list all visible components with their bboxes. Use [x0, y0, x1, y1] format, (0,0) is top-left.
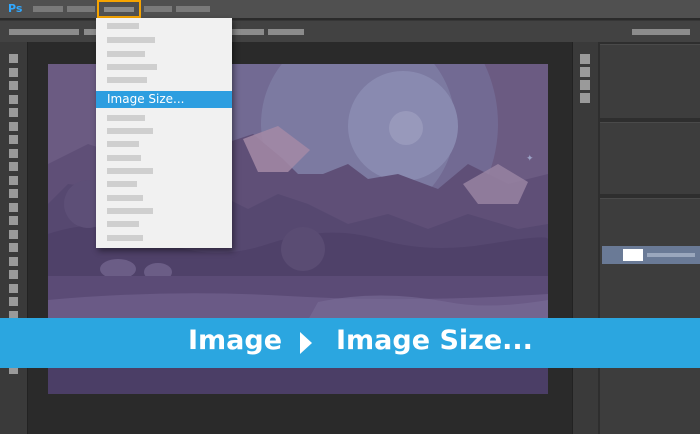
- menu-type[interactable]: [176, 6, 210, 12]
- panel-icon-strip: [572, 42, 598, 434]
- layer-row-selected[interactable]: [602, 246, 700, 264]
- panel-icon[interactable]: [580, 67, 590, 77]
- tool-icon[interactable]: [9, 202, 18, 212]
- menu-item[interactable]: [107, 51, 145, 57]
- tool-icon[interactable]: [9, 283, 18, 293]
- tool-icon[interactable]: [9, 189, 18, 198]
- menu-item[interactable]: [107, 23, 139, 29]
- menu-item[interactable]: [107, 235, 143, 241]
- tool-icon[interactable]: [9, 216, 18, 225]
- tool-icon[interactable]: [9, 94, 18, 104]
- option-item[interactable]: [9, 29, 79, 35]
- tools-panel: [0, 42, 28, 434]
- menu-item[interactable]: [107, 181, 137, 187]
- option-item[interactable]: [268, 29, 304, 35]
- chevron-right-icon: [300, 332, 312, 354]
- menu-item[interactable]: [107, 155, 141, 161]
- tool-icon[interactable]: [9, 108, 18, 117]
- breadcrumb-step-image-size: Image Size...: [336, 325, 533, 356]
- menu-edit[interactable]: [67, 6, 95, 12]
- tool-icon[interactable]: [9, 121, 18, 131]
- tool-icon[interactable]: [9, 148, 18, 158]
- menu-item[interactable]: [107, 64, 157, 70]
- menu-item[interactable]: [107, 141, 139, 147]
- tool-icon[interactable]: [9, 162, 18, 171]
- tool-icon[interactable]: [9, 243, 18, 252]
- tool-icon[interactable]: [9, 297, 18, 306]
- layer-thumbnail: [623, 249, 643, 261]
- layers-panel: [600, 198, 700, 434]
- menu-item[interactable]: [107, 128, 153, 134]
- tool-icon[interactable]: [9, 67, 18, 77]
- svg-text:✦: ✦: [526, 154, 534, 164]
- tool-icon[interactable]: [9, 81, 18, 90]
- panel-group: [600, 44, 700, 118]
- panel-group: [600, 122, 700, 194]
- option-item[interactable]: [84, 29, 96, 35]
- menu-item[interactable]: [107, 168, 153, 174]
- tool-icon[interactable]: [9, 175, 18, 185]
- menu-item[interactable]: [107, 221, 139, 227]
- tool-icon[interactable]: [9, 229, 18, 239]
- photoshop-logo-icon: Ps: [8, 2, 23, 15]
- option-item[interactable]: [232, 29, 264, 35]
- panel-icon[interactable]: [580, 80, 590, 90]
- panels-dock: [598, 42, 700, 434]
- tool-icon[interactable]: [9, 270, 18, 279]
- menu-image[interactable]: [97, 0, 141, 18]
- menu-item-image-size[interactable]: Image Size...: [96, 91, 232, 108]
- menu-layer[interactable]: [144, 6, 172, 12]
- menu-item[interactable]: [107, 208, 153, 214]
- menu-item-label: Image Size...: [107, 92, 185, 106]
- workspace-switcher[interactable]: [632, 29, 690, 35]
- menu-item[interactable]: [107, 115, 145, 121]
- image-menu-dropdown: Image Size...: [96, 18, 232, 248]
- menu-item[interactable]: [107, 195, 143, 201]
- menu-item[interactable]: [107, 37, 155, 43]
- layer-name-placeholder: [647, 253, 695, 257]
- tool-icon[interactable]: [9, 54, 18, 63]
- panel-icon[interactable]: [580, 93, 590, 103]
- menu-item[interactable]: [107, 77, 147, 83]
- menu-bar: Ps: [0, 0, 700, 18]
- tool-icon[interactable]: [9, 256, 18, 266]
- panel-icon[interactable]: [580, 54, 590, 64]
- menu-image-label-placeholder: [104, 7, 134, 12]
- breadcrumb-step-image: Image: [188, 325, 283, 356]
- instruction-banner: Image Image Size...: [0, 318, 700, 368]
- tool-icon[interactable]: [9, 135, 18, 144]
- menu-file[interactable]: [33, 6, 63, 12]
